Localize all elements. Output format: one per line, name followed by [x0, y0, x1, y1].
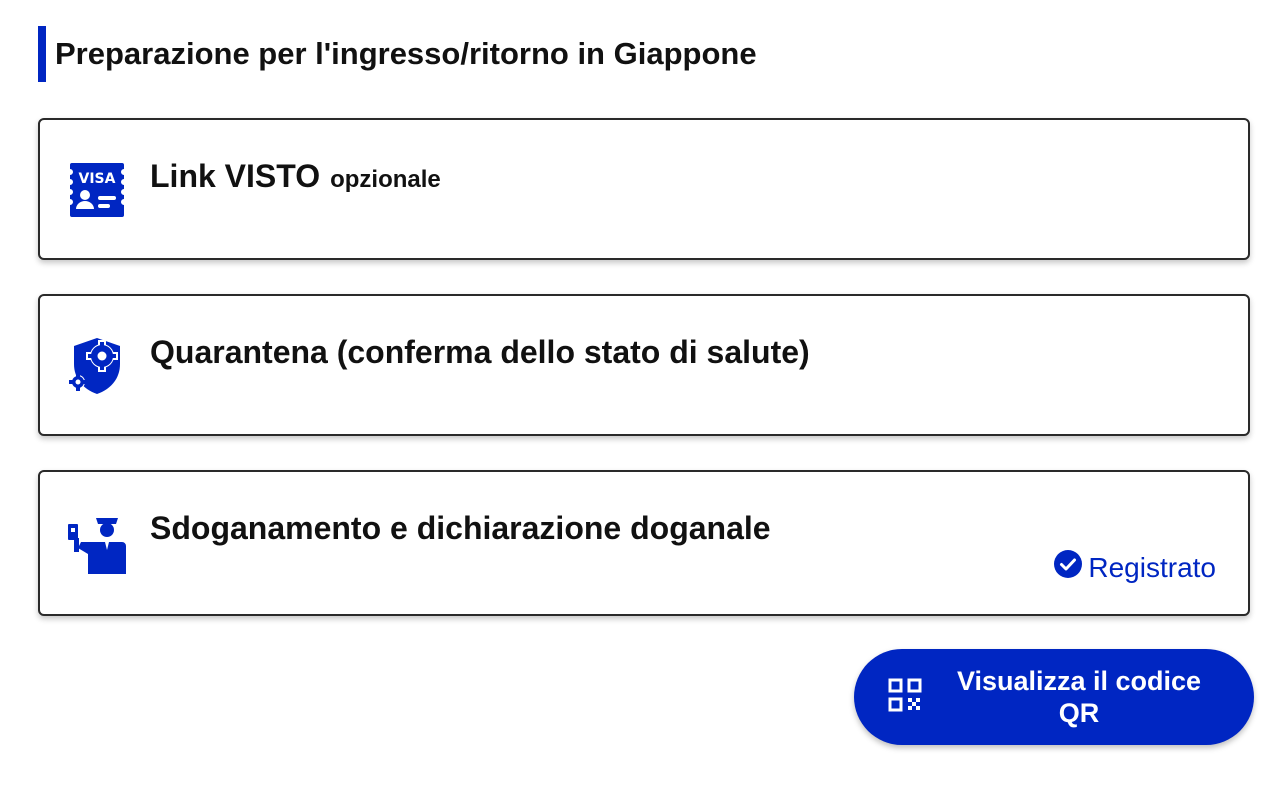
visa-card-icon: VISA: [65, 158, 129, 222]
card-quarantine[interactable]: Quarantena (conferma dello stato di salu…: [38, 294, 1250, 436]
card-quarantine-label: Quarantena (conferma dello stato di salu…: [150, 334, 810, 370]
card-customs[interactable]: Sdoganamento e dichiarazione doganale Re…: [38, 470, 1250, 616]
card-visa-label: Link VISTO opzionale: [150, 158, 441, 195]
section-title-text: Preparazione per l'ingresso/ritorno in G…: [55, 36, 757, 71]
customs-officer-icon: [65, 512, 129, 576]
status-badge: Registrato: [1054, 550, 1216, 585]
check-circle-icon: [1054, 550, 1083, 585]
card-visa-title: Link VISTO: [150, 158, 321, 194]
show-qr-code-button[interactable]: Visualizza il codice QR: [854, 649, 1254, 745]
health-shield-gear-icon: [65, 334, 129, 398]
svg-text:VISA: VISA: [79, 171, 116, 187]
optional-tag: opzionale: [330, 166, 441, 193]
card-customs-label: Sdoganamento e dichiarazione doganale: [150, 510, 771, 546]
status-text: Registrato: [1088, 551, 1216, 583]
section-title: Preparazione per l'ingresso/ritorno in G…: [38, 26, 757, 82]
card-visa-link[interactable]: VISA Link VISTO opzionale: [38, 118, 1250, 260]
qr-code-icon: [888, 678, 922, 717]
show-qr-code-label: Visualizza il codice QR: [956, 666, 1202, 728]
